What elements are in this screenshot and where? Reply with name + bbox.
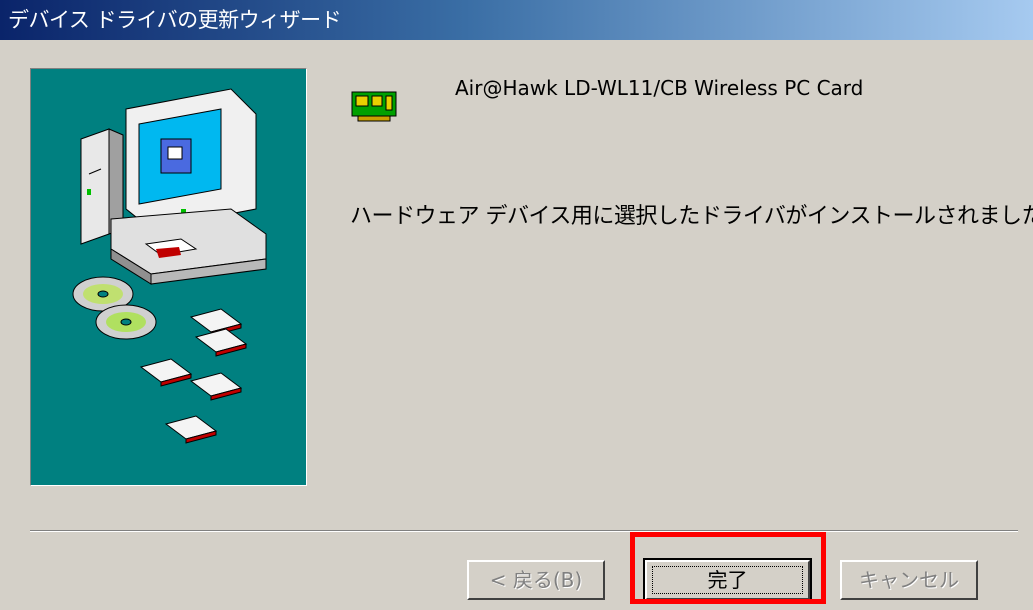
wizard-illustration bbox=[30, 68, 307, 486]
finish-button[interactable]: 完了 bbox=[643, 558, 812, 602]
pc-card-icon bbox=[350, 84, 400, 124]
completion-message: ハードウェア デバイス用に選択したドライバがインストールされました。 bbox=[350, 204, 1033, 229]
window-title: デバイス ドライバの更新ウィザード bbox=[8, 8, 342, 32]
device-name: Air@Hawk LD-WL11/CB Wireless PC Card bbox=[455, 76, 864, 100]
focus-rectangle bbox=[652, 566, 803, 594]
computer-and-discs-illustration bbox=[72, 88, 267, 444]
cancel-button[interactable]: キャンセル bbox=[840, 560, 978, 600]
back-button[interactable]: < 戻る(B) bbox=[467, 560, 605, 600]
separator bbox=[30, 530, 1018, 532]
title-bar[interactable]: デバイス ドライバの更新ウィザード bbox=[0, 0, 1033, 40]
